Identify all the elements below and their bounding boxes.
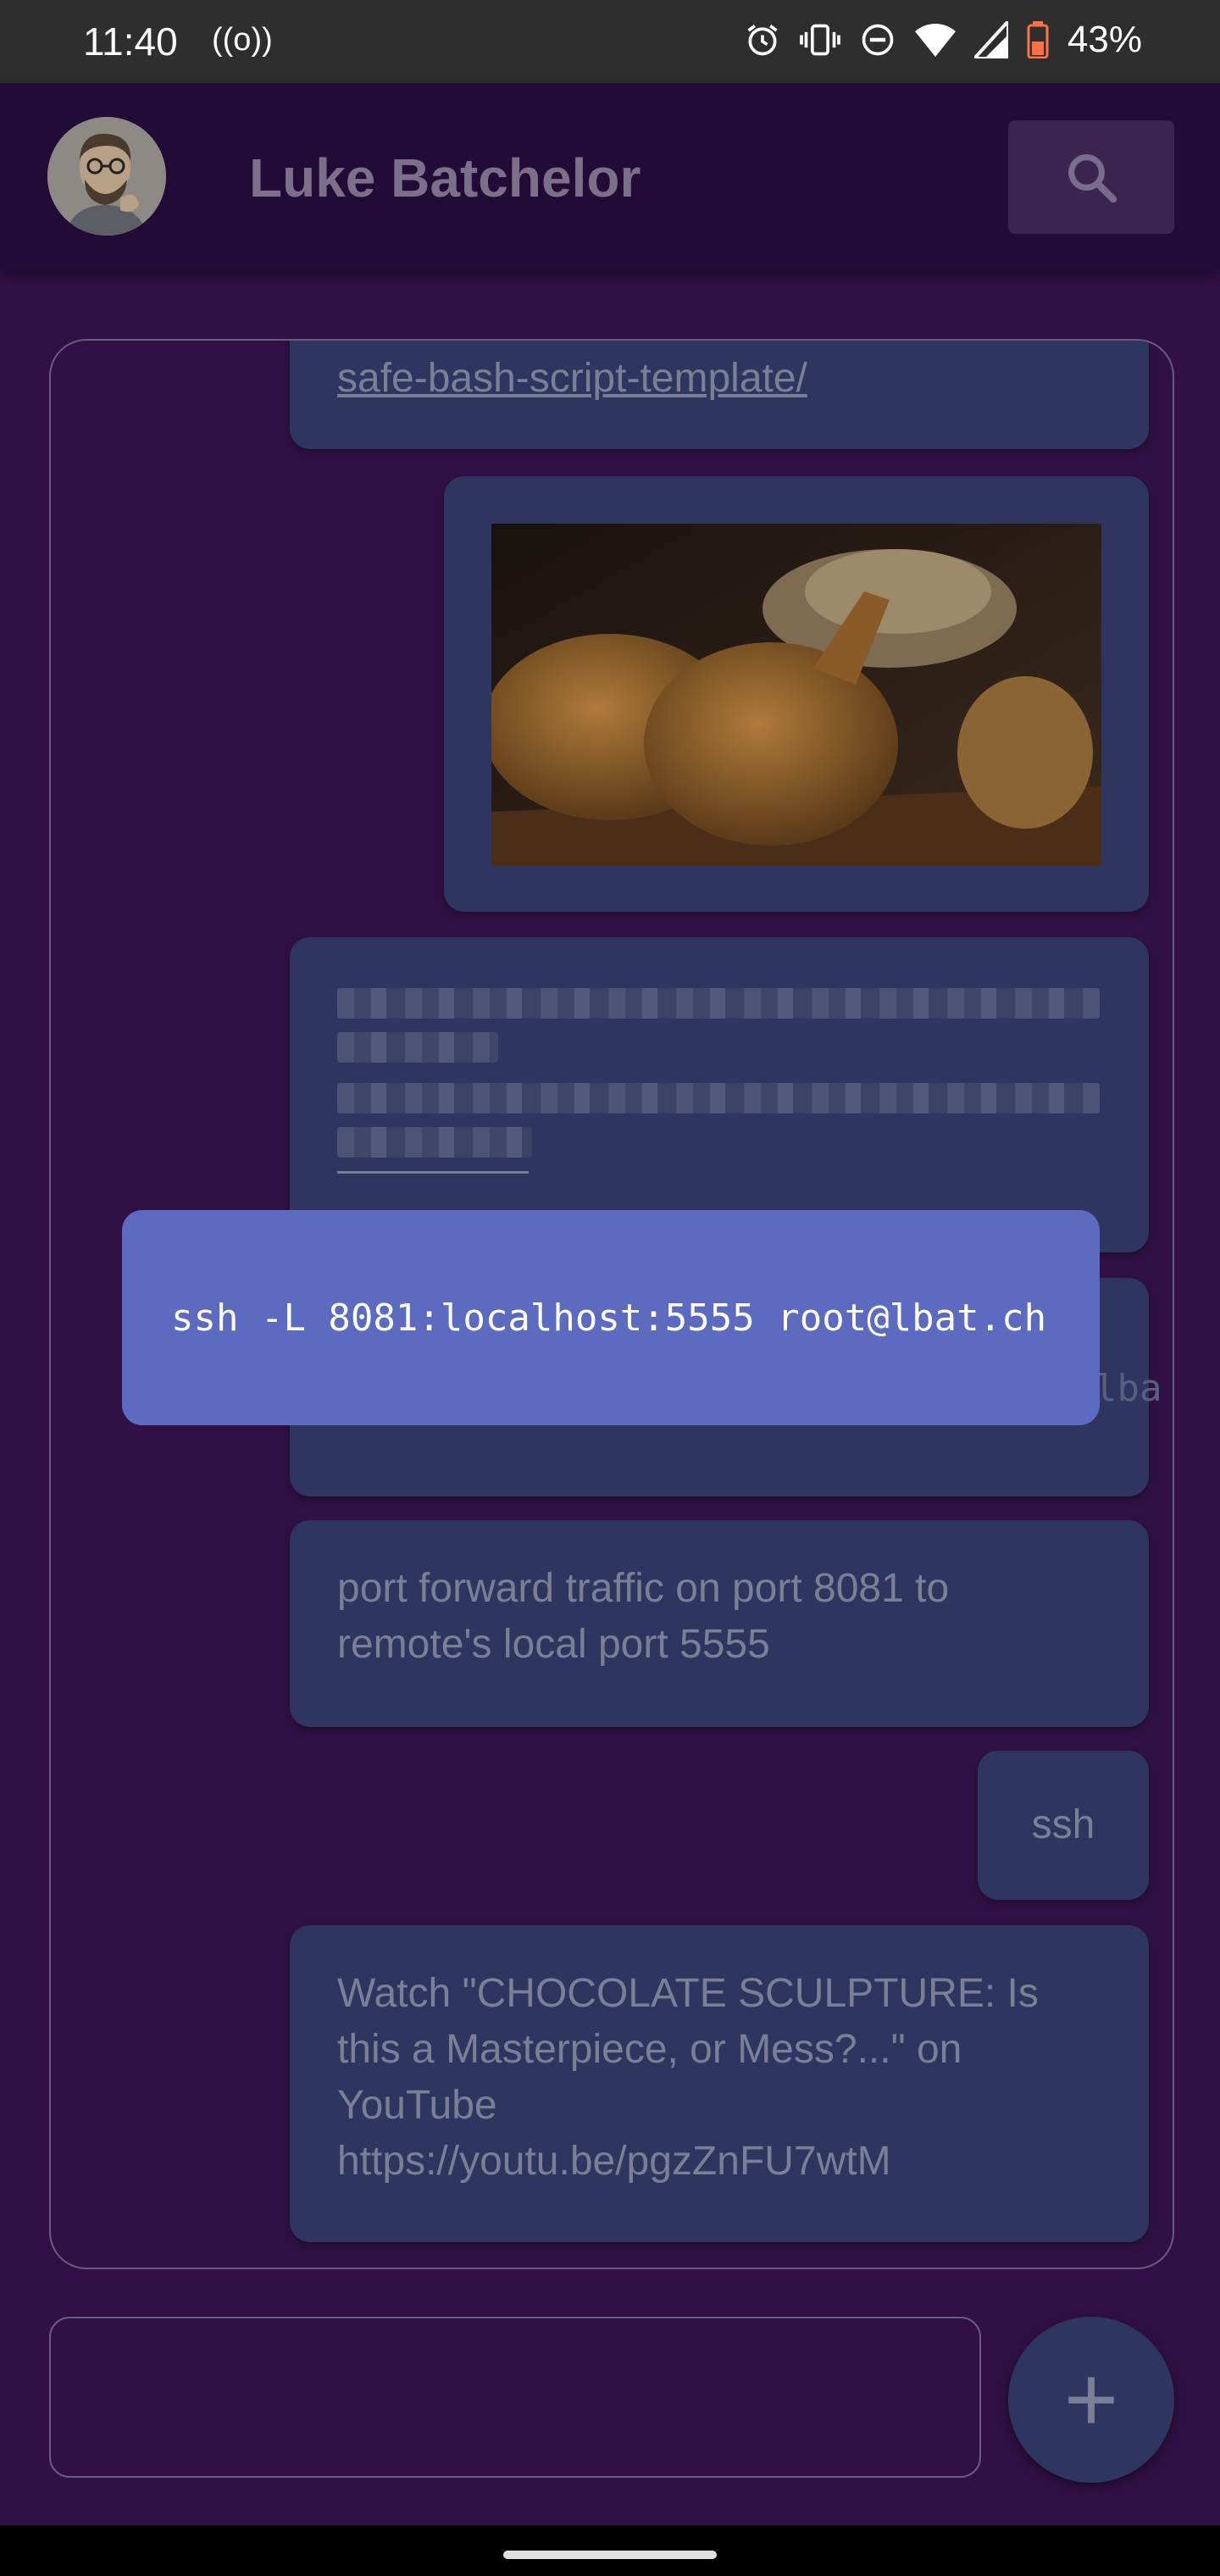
contact-name: Luke Batchelor — [249, 147, 641, 208]
command-text: ssh -L 8081:localhost:5555 root@lbat.ch — [171, 1296, 1047, 1340]
dnd-icon — [862, 24, 894, 56]
plus-icon: + — [1063, 2347, 1119, 2451]
message-ssh-text: ssh — [1031, 1802, 1095, 1847]
home-handle[interactable] — [503, 2551, 717, 2559]
youtube-link[interactable]: https://youtu.be/pgzZnFU7wtM — [337, 2134, 1101, 2190]
battery-percent: 43% — [1067, 19, 1142, 60]
code-fragment: lba — [1095, 1367, 1162, 1410]
command-tooltip[interactable]: ssh -L 8081:localhost:5555 root@lbat.ch — [122, 1210, 1100, 1425]
message-link[interactable]: safe-bash-script-template/ — [337, 351, 807, 407]
status-icons: 43% — [744, 19, 1142, 61]
message-input[interactable] — [49, 2317, 981, 2478]
avatar-illustration — [47, 117, 166, 236]
add-button[interactable]: + — [1008, 2317, 1174, 2483]
signal-icon — [973, 21, 1008, 58]
message-youtube[interactable]: Watch "CHOCOLATE SCULPTURE: Is this a Ma… — [290, 1925, 1149, 2242]
message-blurred-bubble[interactable] — [290, 937, 1149, 1252]
wifi-icon — [914, 24, 956, 57]
message-link-bubble[interactable]: safe-bash-script-template/ — [290, 341, 1149, 449]
status-time: 11:40 — [83, 19, 178, 64]
message-image-bubble[interactable] — [444, 476, 1149, 912]
message-image[interactable] — [491, 524, 1101, 866]
blurred-text — [337, 988, 1100, 1174]
navigation-bar — [0, 2525, 1220, 2576]
search-button[interactable] — [1008, 120, 1174, 234]
message-ssh[interactable]: ssh — [978, 1751, 1149, 1900]
app-bar: Luke Batchelor — [0, 83, 1220, 269]
radio-icon: ((o)) — [212, 22, 273, 58]
vibrate-icon — [800, 24, 840, 56]
avatar[interactable] — [47, 117, 166, 236]
search-icon — [1068, 154, 1117, 203]
status-bar: 11:40 ((o)) 43% — [0, 0, 1220, 83]
youtube-text: Watch "CHOCOLATE SCULPTURE: Is this a Ma… — [337, 1971, 1039, 2128]
message-port-forward[interactable]: port forward traffic on port 8081 to rem… — [290, 1520, 1149, 1727]
battery-icon — [1027, 21, 1049, 58]
alarm-icon — [747, 25, 778, 56]
fried-chicken-image — [491, 524, 1101, 866]
